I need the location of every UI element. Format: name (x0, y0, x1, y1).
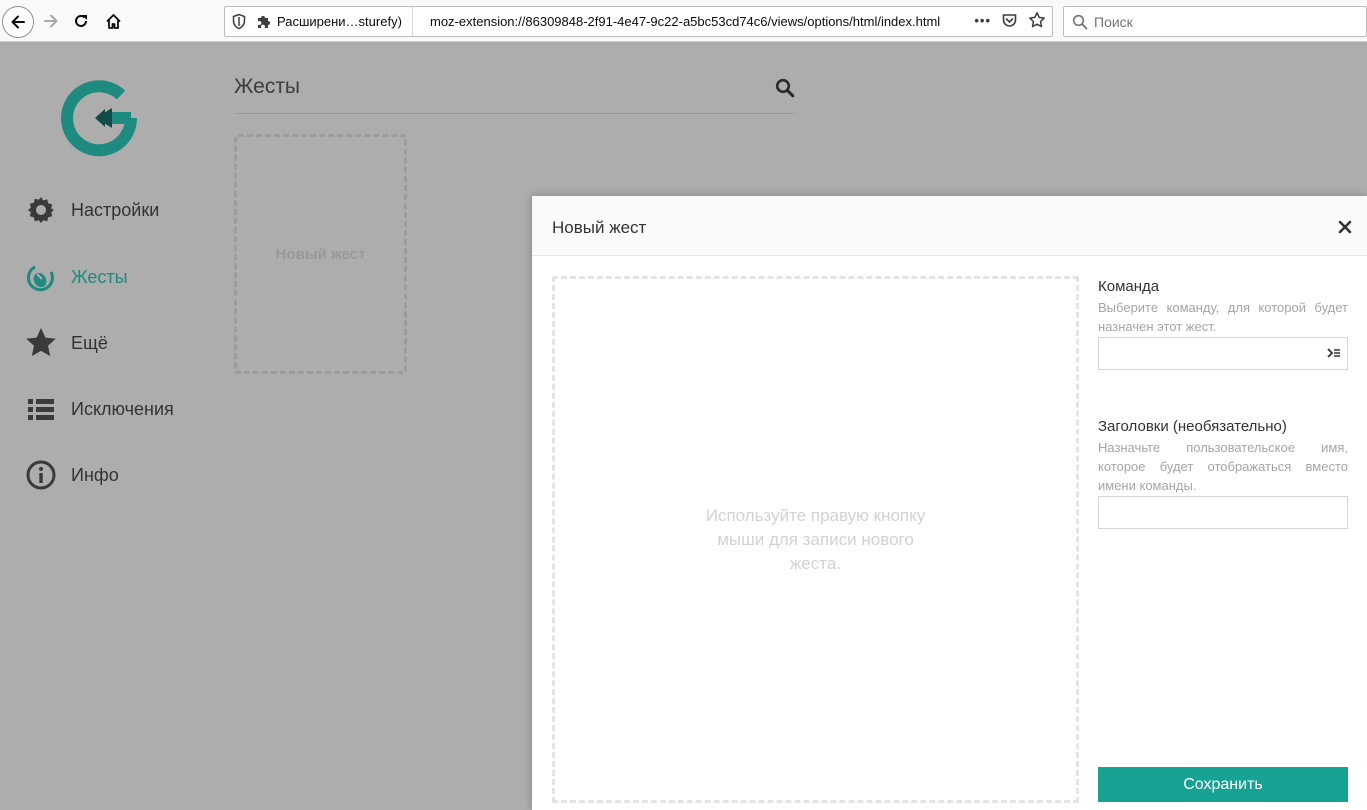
new-gesture-tile-label: Новый жест (275, 245, 366, 263)
search-icon[interactable] (775, 78, 795, 98)
gear-icon (24, 193, 58, 227)
sidebar-item-exclusions[interactable]: Исключения (24, 391, 174, 427)
url-text[interactable]: moz-extension://86309848-2f91-4e47-9c22-… (430, 14, 970, 29)
reload-button[interactable] (66, 6, 96, 36)
gesture-recording-area[interactable]: Используйте правую кнопку мыши для запис… (552, 276, 1079, 803)
new-gesture-tile[interactable]: Новый жест (234, 134, 407, 374)
label-field[interactable] (1098, 496, 1348, 529)
dialog-header: Новый жест (532, 196, 1367, 256)
back-arrow-icon (11, 15, 25, 29)
list-icon (24, 392, 58, 426)
search-icon (1072, 14, 1088, 30)
save-button[interactable]: Сохранить (1098, 767, 1348, 802)
star-icon (24, 326, 58, 360)
bookmark-star-icon[interactable] (1028, 11, 1046, 29)
sidebar-item-more[interactable]: Ещё (24, 325, 108, 361)
gesturefy-logo (60, 80, 140, 165)
sidebar-item-label: Исключения (71, 398, 174, 419)
command-input[interactable] (1099, 338, 1347, 369)
extension-name: Расширени…sturefy) (277, 14, 402, 29)
info-icon (24, 458, 58, 492)
command-select[interactable] (1098, 337, 1348, 370)
search-input[interactable] (1094, 12, 1354, 32)
page-actions-menu-icon[interactable]: ••• (974, 13, 991, 28)
sidebar-item-label: Настройки (71, 199, 160, 220)
recording-hint: Используйте правую кнопку мыши для запис… (705, 505, 926, 573)
dialog-title: Новый жест (552, 218, 647, 237)
forward-button[interactable] (36, 6, 66, 36)
sidebar-item-label: Жесты (71, 266, 128, 287)
forward-arrow-icon (44, 14, 58, 28)
extension-identity-chip[interactable]: Расширени…sturefy) (255, 7, 413, 36)
puzzle-piece-icon (258, 15, 270, 28)
pocket-icon[interactable] (1001, 12, 1018, 29)
home-button[interactable] (98, 6, 128, 36)
command-label: Команда (1098, 278, 1160, 295)
sidebar-item-label: Инфо (71, 464, 119, 485)
url-bar[interactable]: Расширени…sturefy) moz-extension://86309… (224, 6, 1053, 37)
sidebar-item-settings[interactable]: Настройки (24, 192, 159, 228)
page-actions: ••• (974, 11, 1046, 29)
tracking-shield-icon[interactable] (231, 13, 247, 30)
label-field-label: Заголовки (необязательно) (1098, 418, 1287, 435)
close-icon[interactable] (1337, 219, 1353, 235)
heading-divider (234, 113, 794, 114)
new-gesture-dialog: Новый жест Используйте правую кнопку мыш… (532, 196, 1367, 810)
sidebar-item-gestures[interactable]: Жесты (24, 259, 128, 295)
home-icon (105, 13, 121, 29)
label-field-description: Назначьте пользовательское имя, которое … (1098, 440, 1348, 493)
gesture-icon (24, 260, 58, 294)
browser-toolbar: Расширени…sturefy) moz-extension://86309… (0, 0, 1367, 42)
command-description: Выберите команду, для которой будет назн… (1098, 300, 1348, 334)
back-button[interactable] (2, 6, 34, 38)
sidebar-item-label: Ещё (71, 332, 108, 353)
sidebar-item-info[interactable]: Инфо (24, 457, 119, 493)
reload-icon (75, 14, 87, 27)
search-bar[interactable] (1063, 6, 1367, 37)
label-input[interactable] (1099, 497, 1347, 528)
command-picker-icon[interactable] (1327, 347, 1341, 359)
page-title: Жесты (234, 75, 301, 98)
